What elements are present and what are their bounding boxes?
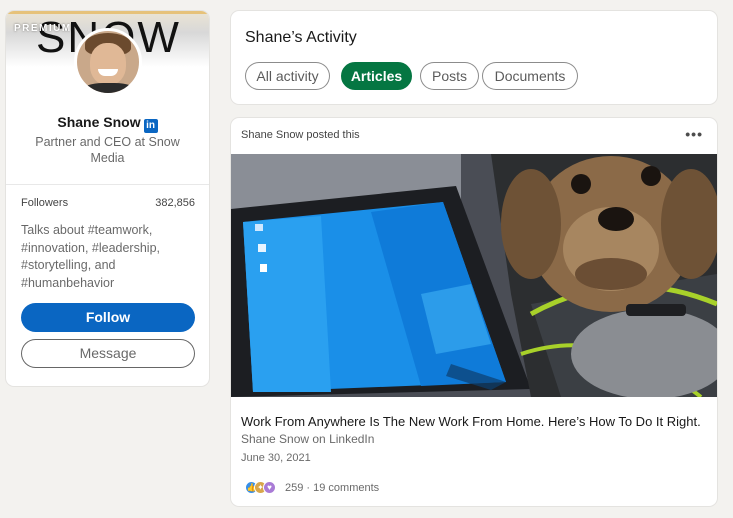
post-card: Shane Snow posted this ••• Work From Any… <box>231 118 717 506</box>
followers-label: Followers <box>21 197 69 209</box>
tab-documents[interactable]: Documents <box>482 62 578 90</box>
activity-card: Shane’s Activity All activity Articles P… <box>231 11 717 104</box>
profile-name[interactable]: Shane Snow <box>57 114 140 130</box>
message-button[interactable]: Message <box>21 339 195 368</box>
activity-title: Shane’s Activity <box>245 29 357 46</box>
talks-about: Talks about #teamwork, #innovation, #lea… <box>21 223 160 290</box>
posted-by-text: Shane Snow posted this <box>241 129 360 141</box>
followers-row: Followers 382,856 <box>21 197 195 209</box>
reactions-text[interactable]: 259 · 19 comments <box>285 482 379 494</box>
premium-label: PREMIUM <box>14 23 72 34</box>
profile-name-row[interactable]: Shane Snow in <box>6 114 209 133</box>
divider <box>6 184 209 185</box>
follow-button[interactable]: Follow <box>21 303 195 332</box>
article-title[interactable]: Work From Anywhere Is The New Work From … <box>241 414 701 429</box>
linkedin-icon: in <box>143 119 158 133</box>
followers-count: 382,856 <box>155 197 195 209</box>
tab-posts[interactable]: Posts <box>420 62 479 90</box>
profile-headline: Partner and CEO at Snow Media <box>35 135 180 165</box>
profile-card: SNOW PREMIUM Shane Snowin Partner and CE… <box>6 11 209 386</box>
article-date: June 30, 2021 <box>241 452 311 464</box>
avatar[interactable] <box>74 28 142 96</box>
tab-all-activity[interactable]: All activity <box>245 62 330 90</box>
more-horizontal-icon[interactable]: ••• <box>685 126 703 142</box>
tab-articles[interactable]: Articles <box>341 62 412 90</box>
article-image[interactable] <box>231 154 717 397</box>
love-icon: ♥ <box>263 481 276 494</box>
article-source: Shane Snow on LinkedIn <box>241 432 375 446</box>
